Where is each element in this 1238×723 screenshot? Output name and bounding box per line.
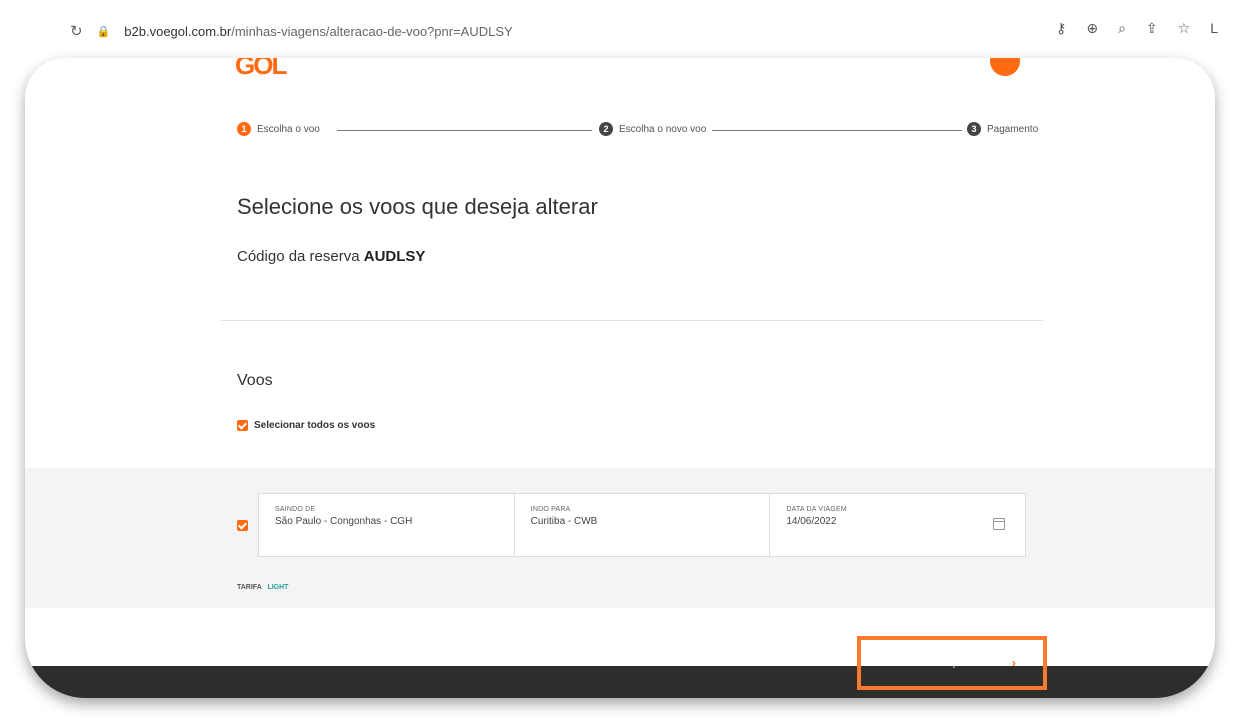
share-icon[interactable]: ⇪ — [1146, 20, 1158, 37]
extension-icon[interactable]: L — [1210, 20, 1218, 37]
arrival-label: INDO PARA — [530, 506, 571, 513]
avatar[interactable] — [990, 58, 1020, 76]
calendar-icon[interactable] — [993, 518, 1006, 530]
chevron-right-icon: › — [1011, 656, 1016, 670]
flight-checkbox[interactable] — [237, 519, 248, 531]
fare-value: LIGHT — [267, 584, 289, 591]
url-text[interactable]: b2b.voegol.com.br/minhas-viagens/alterac… — [124, 24, 512, 39]
gol-logo[interactable]: GOL — [235, 58, 287, 81]
booking-code: Código da reserva AUDLSY — [237, 248, 425, 265]
fare-label: TARIFA — [237, 584, 262, 591]
step-connector — [707, 130, 962, 131]
step-number: 1 — [237, 122, 251, 136]
page-frame: GOL 1 Escolha o voo 2 Escolha o novo voo… — [25, 58, 1215, 698]
date-field[interactable]: DATA DA VIAGEM 14/06/2022 — [770, 494, 1025, 556]
step-3: 3 Pagamento — [967, 122, 1045, 136]
fare-info: TARIFA LIGHT — [237, 584, 288, 591]
address-bar-left: ↻ 🔒 b2b.voegol.com.br/minhas-viagens/alt… — [70, 22, 513, 40]
flight-card: SAINDO DE São Paulo - Congonhas - CGH IN… — [258, 493, 1026, 557]
stepper: 1 Escolha o voo 2 Escolha o novo voo 3 P… — [237, 122, 1045, 142]
date-label: DATA DA VIAGEM — [786, 506, 847, 513]
select-all-checkbox[interactable]: Selecionar todos os voos — [237, 420, 375, 431]
select-all-label: Selecionar todos os voos — [254, 420, 376, 431]
step-number: 2 — [599, 122, 613, 136]
url-path: /minhas-viagens/alteracao-de-voo?pnr=AUD… — [231, 23, 513, 39]
step-label: Pagamento — [987, 123, 1039, 135]
browser-address-bar: ↻ 🔒 b2b.voegol.com.br/minhas-viagens/alt… — [0, 0, 1238, 60]
step-1: 1 Escolha o voo — [237, 122, 326, 136]
flight-row: SAINDO DE São Paulo - Congonhas - CGH IN… — [237, 493, 1026, 557]
step-connector — [337, 130, 592, 131]
reload-icon[interactable]: ↻ — [70, 22, 83, 40]
step-number: 3 — [967, 122, 981, 136]
zoom-icon[interactable]: ⌕ — [1118, 20, 1126, 37]
checkbox-checked-icon[interactable] — [237, 420, 248, 431]
departure-field: SAINDO DE São Paulo - Congonhas - CGH — [259, 494, 515, 556]
lock-icon[interactable]: 🔒 — [97, 25, 111, 38]
arrival-value: Curitiba - CWB — [530, 516, 598, 527]
key-icon[interactable]: ⚷ — [1056, 20, 1066, 37]
step-label: Escolha o novo voo — [619, 123, 707, 135]
arrival-field: INDO PARA Curitiba - CWB — [515, 494, 771, 556]
browser-actions: ⚷ ⊕ ⌕ ⇪ ☆ L — [1056, 20, 1218, 37]
step-2: 2 Escolha o novo voo — [599, 122, 713, 136]
go-to-flight-selection-button[interactable]: IR PARA A SELEÇÃO DE VOO › — [857, 636, 1047, 690]
departure-label: SAINDO DE — [275, 506, 316, 513]
star-icon[interactable]: ☆ — [1178, 20, 1191, 37]
step-label: Escolha o voo — [257, 123, 320, 135]
url-host: b2b.voegol.com.br — [124, 23, 232, 39]
section-divider — [221, 320, 1043, 321]
install-icon[interactable]: ⊕ — [1086, 20, 1098, 37]
booking-label: Código da reserva — [237, 248, 360, 265]
page-title: Selecione os voos que deseja alterar — [237, 194, 598, 219]
flights-section-title: Voos — [237, 372, 273, 389]
booking-code-value: AUDLSY — [363, 248, 426, 265]
date-value: 14/06/2022 — [786, 516, 837, 527]
go-button-label: IR PARA A SELEÇÃO DE VOO — [888, 658, 1002, 668]
departure-value: São Paulo - Congonhas - CGH — [275, 516, 413, 527]
